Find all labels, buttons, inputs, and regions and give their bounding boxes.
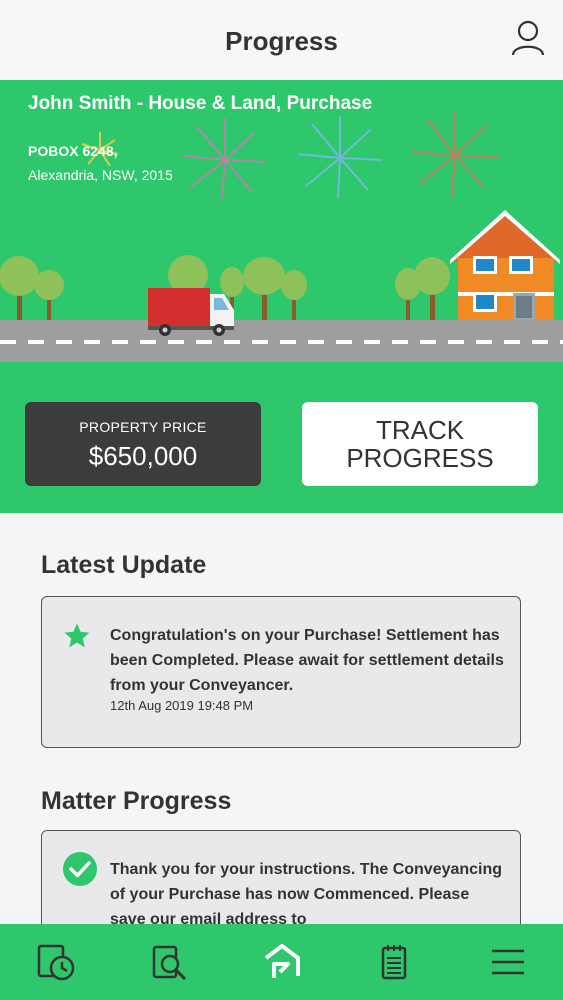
timeline-icon[interactable] bbox=[34, 940, 78, 984]
matter-progress-message: Thank you for your instructions. The Con… bbox=[110, 861, 503, 928]
track-progress-button[interactable]: TRACK PROGRESS bbox=[302, 402, 538, 486]
property-address-line1: POBOX 6248, bbox=[28, 143, 118, 159]
house-illustration bbox=[450, 210, 560, 320]
app-header: Progress bbox=[0, 0, 563, 80]
matter-title: John Smith - House & Land, Purchase bbox=[28, 93, 373, 114]
home-icon[interactable] bbox=[260, 940, 304, 984]
user-icon[interactable] bbox=[511, 20, 545, 56]
menu-icon[interactable] bbox=[486, 940, 530, 984]
bottom-navigation bbox=[0, 924, 563, 1000]
latest-update-heading: Latest Update bbox=[41, 551, 207, 579]
track-progress-label-line1: TRACK bbox=[375, 415, 465, 445]
property-hero: John Smith - House & Land, Purchase POBO… bbox=[0, 80, 563, 513]
latest-update-timestamp: 12th Aug 2019 19:48 PM bbox=[110, 698, 254, 713]
search-document-icon[interactable] bbox=[148, 940, 192, 984]
star-icon bbox=[64, 623, 90, 648]
trees-right bbox=[395, 257, 450, 320]
latest-update-message: Congratulation's on your Purchase! Settl… bbox=[110, 627, 504, 694]
property-price-value: $650,000 bbox=[88, 441, 198, 471]
latest-update-card[interactable]: Congratulation's on your Purchase! Settl… bbox=[41, 596, 521, 748]
moving-truck-illustration bbox=[148, 288, 234, 336]
fireworks-decoration bbox=[81, 112, 501, 201]
notepad-icon[interactable] bbox=[372, 940, 416, 984]
property-price-label: PROPERTY PRICE bbox=[79, 419, 207, 435]
property-price-box: PROPERTY PRICE $650,000 bbox=[25, 402, 261, 486]
track-progress-label-line2: PROGRESS bbox=[346, 443, 494, 473]
matter-progress-heading: Matter Progress bbox=[41, 787, 232, 815]
property-address-line2: Alexandria, NSW, 2015 bbox=[28, 167, 173, 183]
page-title: Progress bbox=[225, 26, 338, 56]
check-circle-icon bbox=[63, 852, 97, 886]
